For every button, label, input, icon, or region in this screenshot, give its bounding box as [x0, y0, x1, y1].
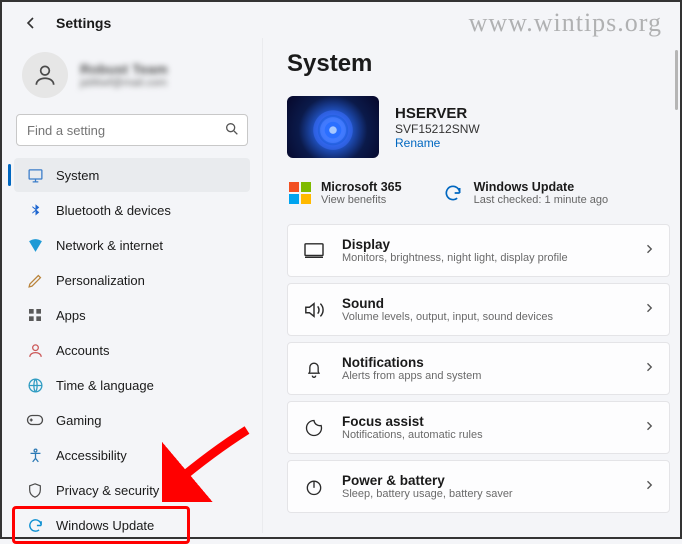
sidebar-item-accounts[interactable]: Accounts: [14, 333, 250, 367]
settings-card-display[interactable]: Display Monitors, brightness, night ligh…: [287, 224, 670, 277]
person-icon: [32, 62, 58, 88]
card-subtitle: Sleep, battery usage, battery saver: [342, 488, 627, 500]
sound-icon: [302, 298, 326, 322]
card-subtitle: Alerts from apps and system: [342, 370, 627, 382]
account-block[interactable]: Robust Team ja96wf@mail.com: [14, 42, 250, 112]
sidebar: Robust Team ja96wf@mail.com System Blu: [2, 38, 262, 533]
chevron-right-icon: [643, 419, 655, 437]
search-input[interactable]: [16, 114, 248, 146]
card-title: Display: [342, 237, 627, 252]
device-name: HSERVER: [395, 105, 480, 122]
chevron-right-icon: [643, 242, 655, 260]
display-icon: [302, 239, 326, 263]
power-icon: [302, 475, 326, 499]
card-subtitle: Notifications, automatic rules: [342, 429, 627, 441]
card-subtitle: Monitors, brightness, night light, displ…: [342, 252, 627, 264]
gaming-icon: [26, 411, 44, 429]
accessibility-icon: [26, 446, 44, 464]
page-heading: System: [287, 50, 670, 78]
accounts-icon: [26, 341, 44, 359]
device-wallpaper-thumbnail: [287, 96, 379, 158]
avatar: [22, 52, 68, 98]
sidebar-item-network[interactable]: Network & internet: [14, 228, 250, 262]
service-title: Windows Update: [474, 180, 609, 194]
notifications-icon: [302, 357, 326, 381]
windows-update-icon: [442, 182, 464, 204]
time-language-icon: [26, 376, 44, 394]
chevron-right-icon: [643, 478, 655, 496]
sidebar-item-label: Accessibility: [56, 448, 127, 463]
arrow-left-icon: [23, 15, 39, 31]
sidebar-item-label: Apps: [56, 308, 86, 323]
service-title: Microsoft 365: [321, 180, 402, 194]
account-email: ja96wf@mail.com: [80, 77, 168, 89]
focus-assist-icon: [302, 416, 326, 440]
rename-link[interactable]: Rename: [395, 136, 480, 150]
sidebar-item-personalization[interactable]: Personalization: [14, 263, 250, 297]
sidebar-item-accessibility[interactable]: Accessibility: [14, 438, 250, 472]
microsoft-365-tile[interactable]: Microsoft 365 View benefits: [289, 180, 402, 206]
service-subtitle: Last checked: 1 minute ago: [474, 194, 609, 206]
device-model: SVF15212SNW: [395, 122, 480, 136]
windows-update-icon: [26, 516, 44, 534]
card-title: Focus assist: [342, 414, 627, 429]
sidebar-item-label: Bluetooth & devices: [56, 203, 171, 218]
sidebar-item-label: Privacy & security: [56, 483, 159, 498]
sidebar-item-gaming[interactable]: Gaming: [14, 403, 250, 437]
sidebar-item-apps[interactable]: Apps: [14, 298, 250, 332]
privacy-icon: [26, 481, 44, 499]
microsoft-logo-icon: [289, 182, 311, 204]
bluetooth-icon: [26, 201, 44, 219]
network-icon: [26, 236, 44, 254]
sidebar-item-label: Accounts: [56, 343, 109, 358]
sidebar-item-label: System: [56, 168, 99, 183]
sidebar-item-label: Network & internet: [56, 238, 163, 253]
search-icon: [224, 121, 240, 142]
sidebar-item-label: Windows Update: [56, 518, 154, 533]
sidebar-item-bluetooth[interactable]: Bluetooth & devices: [14, 193, 250, 227]
system-icon: [26, 166, 44, 184]
sidebar-item-time-language[interactable]: Time & language: [14, 368, 250, 402]
settings-card-focus-assist[interactable]: Focus assist Notifications, automatic ru…: [287, 401, 670, 454]
card-title: Notifications: [342, 355, 627, 370]
sidebar-item-windows-update[interactable]: Windows Update: [14, 508, 250, 542]
windows-update-tile[interactable]: Windows Update Last checked: 1 minute ag…: [442, 180, 609, 206]
sidebar-item-label: Time & language: [56, 378, 154, 393]
sidebar-item-label: Personalization: [56, 273, 145, 288]
chevron-right-icon: [643, 360, 655, 378]
sidebar-item-privacy[interactable]: Privacy & security: [14, 473, 250, 507]
personalization-icon: [26, 271, 44, 289]
apps-icon: [26, 306, 44, 324]
chevron-right-icon: [643, 301, 655, 319]
card-title: Sound: [342, 296, 627, 311]
settings-card-power[interactable]: Power & battery Sleep, battery usage, ba…: [287, 460, 670, 513]
service-subtitle: View benefits: [321, 194, 402, 206]
sidebar-nav: System Bluetooth & devices Network & int…: [14, 158, 250, 542]
card-subtitle: Volume levels, output, input, sound devi…: [342, 311, 627, 323]
card-title: Power & battery: [342, 473, 627, 488]
settings-card-notifications[interactable]: Notifications Alerts from apps and syste…: [287, 342, 670, 395]
main-panel: System HSERVER SVF15212SNW Rename Micros…: [262, 38, 680, 533]
back-button[interactable]: [20, 12, 42, 34]
sidebar-item-label: Gaming: [56, 413, 102, 428]
page-title: Settings: [56, 15, 111, 31]
scrollbar[interactable]: [675, 50, 678, 110]
settings-card-sound[interactable]: Sound Volume levels, output, input, soun…: [287, 283, 670, 336]
account-name: Robust Team: [80, 61, 168, 77]
sidebar-item-system[interactable]: System: [14, 158, 250, 192]
